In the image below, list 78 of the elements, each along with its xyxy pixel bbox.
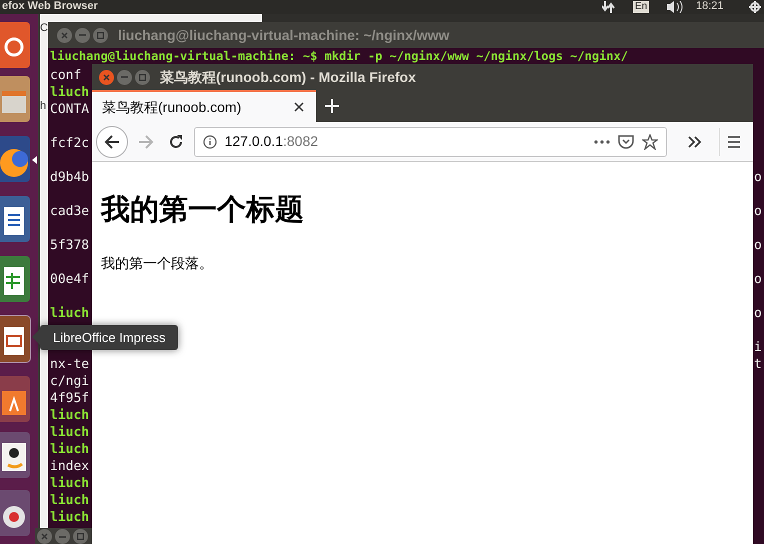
back-arrow-icon — [104, 134, 120, 150]
terminal-line: liuch — [50, 424, 90, 441]
terminal-line: 4f95f — [50, 390, 90, 407]
maximize-button[interactable] — [135, 70, 150, 84]
close-icon — [103, 74, 110, 80]
terminal-line: 5f378 — [50, 237, 90, 254]
terminal-line: o — [754, 203, 762, 220]
launcher-item[interactable] — [0, 316, 30, 362]
close-icon — [294, 102, 304, 112]
terminal-line: conf — [50, 67, 82, 84]
terminal-line: cad3e — [50, 203, 90, 220]
back-button[interactable] — [96, 126, 128, 158]
menu-icon — [726, 136, 741, 148]
close-icon — [41, 533, 48, 540]
terminal-line: t — [754, 356, 762, 373]
terminal-line: o — [754, 169, 762, 186]
pocket-icon — [618, 134, 634, 148]
terminal-line: CONTA — [50, 101, 90, 118]
maximize-icon — [97, 32, 104, 38]
terminal-line: index — [50, 458, 90, 475]
launcher-item[interactable] — [0, 196, 30, 242]
maximize-button[interactable] — [93, 28, 108, 42]
app-title: efox Web Browser — [2, 0, 98, 13]
terminal-line: liuch — [50, 84, 90, 101]
terminal-line: c/ngi — [50, 373, 90, 390]
terminal-line: o — [754, 271, 762, 288]
maximize-button[interactable] — [73, 529, 88, 544]
reload-icon — [168, 134, 184, 150]
window-title: liuchang@liuchang-virtual-machine: ~/nginx/www — [118, 26, 450, 45]
terminal-line: fcf2c — [50, 135, 90, 152]
forward-arrow-icon — [138, 134, 154, 150]
terminal-line: 00e4f — [50, 271, 90, 288]
window-title: 菜鸟教程(runoob.com) - Mozilla Firefox — [160, 68, 416, 87]
address-bar[interactable]: 127.0.0.1:8082 — [194, 126, 668, 156]
terminal-line: liuch — [50, 492, 90, 509]
close-button[interactable] — [57, 28, 72, 42]
clock[interactable]: 18:21 — [696, 0, 724, 13]
minimize-icon — [59, 536, 66, 538]
browser-tab[interactable]: 菜鸟教程(runoob.com) — [92, 90, 316, 122]
terminal-line: nx-te — [50, 356, 90, 373]
minimize-button[interactable] — [75, 28, 90, 42]
tab-label: 菜鸟教程(runoob.com) — [102, 98, 242, 117]
minimize-button[interactable] — [55, 529, 70, 544]
more-icon — [594, 140, 610, 144]
maximize-icon — [77, 533, 84, 540]
url-text: 127.0.0.1:8082 — [224, 132, 320, 151]
minimize-icon — [79, 34, 86, 36]
close-button[interactable] — [99, 70, 114, 84]
volume-icon — [666, 1, 684, 13]
page-heading: 我的第一个标题 — [101, 193, 305, 228]
terminal-line: liuch — [50, 475, 90, 492]
minimize-icon — [121, 76, 128, 78]
launcher-item[interactable] — [0, 432, 30, 478]
tooltip-pointer-icon — [32, 329, 40, 345]
page-paragraph: 我的第一个段落。 — [101, 254, 213, 273]
terminal-line: d9b4b — [50, 169, 90, 186]
terminal-line: i — [754, 339, 762, 356]
maximize-icon — [139, 74, 146, 80]
window-text: C — [40, 22, 48, 35]
window-text: h — [40, 100, 46, 113]
terminal-line: liuch — [50, 407, 90, 424]
launcher-item[interactable] — [0, 376, 30, 422]
network-icon — [602, 1, 616, 13]
terminal-line: liuchang@liuchang-virtual-machine: ~$ mkdir -p ~/nginx/www ~/nginx/logs ~/nginx/ — [50, 49, 628, 63]
terminal-line: o — [754, 237, 762, 254]
terminal-line: liuch — [50, 441, 90, 458]
minimize-button[interactable] — [117, 70, 132, 84]
terminal-line: liuch — [50, 305, 90, 322]
terminal-line: liuch — [50, 509, 90, 526]
chevrons-icon — [688, 136, 702, 148]
close-button[interactable] — [37, 529, 52, 544]
terminal-line: o — [754, 305, 762, 322]
keyboard-indicator[interactable]: En — [633, 1, 650, 13]
close-icon — [61, 32, 68, 38]
info-icon — [202, 134, 217, 148]
star-icon — [642, 134, 658, 150]
gear-icon — [748, 1, 762, 13]
plus-icon — [324, 98, 340, 114]
